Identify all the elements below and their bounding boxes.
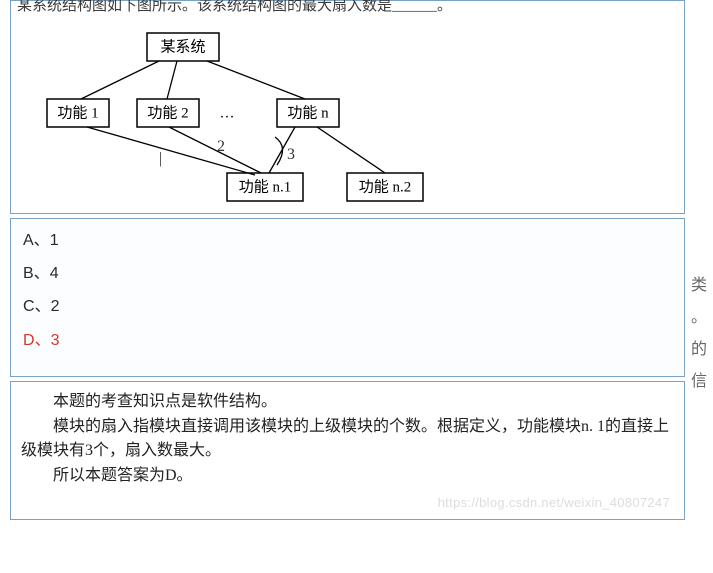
question-stem: 某系统结构图如下图所示。该系统结构图的最大扇入数是______。 [11,0,684,13]
option-d[interactable]: D、3 [23,331,672,350]
explanation-line2: 模块的扇入指模块直接调用该模块的上级模块的个数。根据定义，功能模块n. 1的直接… [21,415,674,465]
option-a-key: A [23,232,34,249]
option-b-key: B [23,265,34,282]
option-c-key: C [23,298,35,315]
option-a-text: 1 [50,232,59,249]
watermark: https://blog.csdn.net/weixin_40807247 [438,493,670,513]
option-c-text: 2 [51,298,60,315]
side-frag-1: 类 [687,270,713,302]
annotation-tick: | [159,150,162,167]
node-fn2: 功能 2 [147,104,188,121]
option-c[interactable]: C、2 [23,297,672,316]
node-fn1: 功能 1 [57,104,98,121]
node-fnn: 功能 n [287,104,329,121]
node-fnn1: 功能 n.1 [239,178,292,195]
side-frag-3: 的 [687,334,713,366]
side-frag-4: 信 [687,366,713,398]
side-column-fragments: 类 。 的 信 [687,270,713,398]
option-d-key: D [23,332,35,349]
option-d-text: 3 [51,332,60,349]
structure-diagram: 某系统 功能 1 功能 2 … 功能 n 功能 n.1 功能 n.2 [11,13,684,213]
option-b-text: 4 [50,265,59,282]
explanation-line3: 所以本题答案为D。 [21,464,674,489]
node-root: 某系统 [160,38,205,55]
option-a[interactable]: A、1 [23,231,672,250]
annotation-2: 2 [217,138,225,155]
options-panel: A、1 B、4 C、2 D、3 [10,218,685,377]
explanation-panel: 本题的考查知识点是软件结构。 模块的扇入指模块直接调用该模块的上级模块的个数。根… [10,381,685,520]
question-panel: 某系统结构图如下图所示。该系统结构图的最大扇入数是______。 某系统 功能 … [10,0,685,214]
node-fnn2: 功能 n.2 [359,178,412,195]
option-b[interactable]: B、4 [23,264,672,283]
explanation-line1: 本题的考查知识点是软件结构。 [21,390,674,415]
annotation-3: 3 [287,146,295,163]
diagram-ellipsis: … [220,105,235,121]
side-frag-2: 。 [687,302,713,334]
